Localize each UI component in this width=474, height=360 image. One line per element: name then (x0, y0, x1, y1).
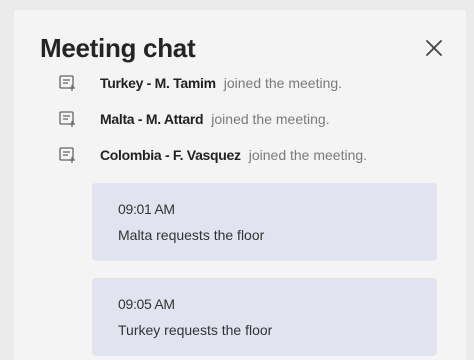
system-events-list: Turkey - M. Tamim joined the meeting. Ma… (58, 70, 466, 178)
chat-message[interactable]: 09:05 AM Turkey requests the floor (92, 278, 437, 356)
participant-name: Malta - M. Attard (100, 111, 204, 127)
panel-title: Meeting chat (40, 32, 196, 63)
system-event: Turkey - M. Tamim joined the meeting. (58, 70, 466, 96)
roster-join-icon (59, 147, 75, 163)
system-event: Malta - M. Attard joined the meeting. (58, 106, 466, 132)
roster-join-icon (59, 111, 75, 127)
event-text: joined the meeting. (248, 147, 368, 163)
roster-join-icon (59, 75, 75, 91)
participant-name: Turkey - M. Tamim (100, 75, 216, 91)
close-button[interactable] (420, 34, 448, 62)
system-event: Colombia - F. Vasquez joined the meeting… (58, 142, 466, 168)
chat-message[interactable]: 09:01 AM Malta requests the floor (92, 183, 437, 261)
meeting-chat-panel: Meeting chat Turkey - M. Tamim joined th… (14, 10, 466, 360)
participant-name: Colombia - F. Vasquez (100, 147, 241, 163)
close-icon (426, 40, 442, 56)
message-time: 09:01 AM (118, 201, 175, 217)
message-text: Malta requests the floor (118, 227, 265, 243)
event-text: joined the meeting. (223, 75, 343, 91)
message-time: 09:05 AM (118, 296, 175, 312)
message-text: Turkey requests the floor (118, 322, 273, 338)
chat-header: Meeting chat (40, 30, 448, 66)
event-text: joined the meeting. (211, 111, 330, 127)
